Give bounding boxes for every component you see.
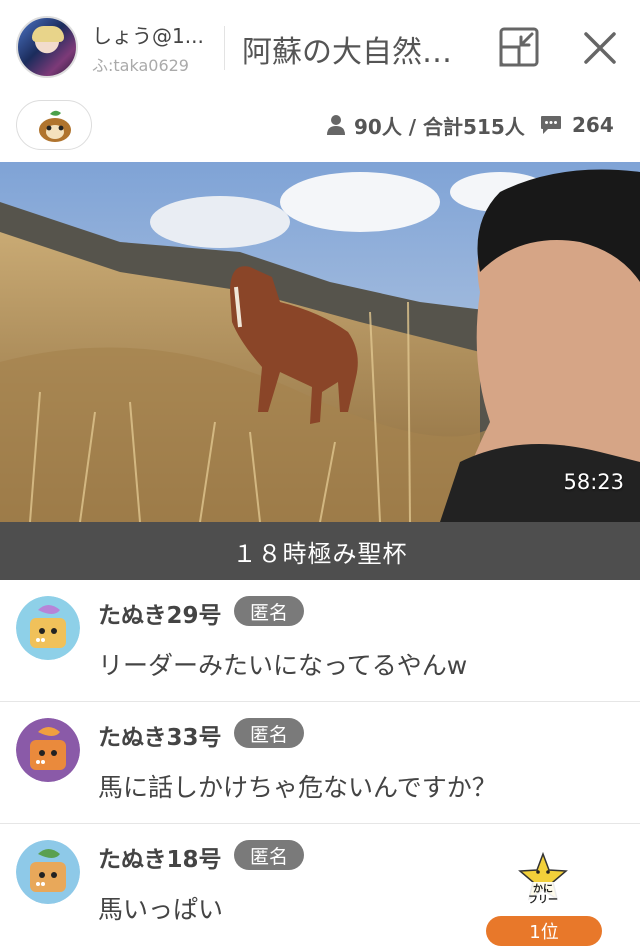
host-id: ふ:taka0629 <box>92 56 189 75</box>
close-icon[interactable] <box>580 28 620 68</box>
comment-author[interactable]: たぬき33号 <box>98 718 222 752</box>
listener-count-text: 90人 / 合計515人 <box>354 114 525 139</box>
tanuki-avatar-icon <box>16 718 80 782</box>
comment-count-text: 264 <box>572 113 614 137</box>
comment-text: 馬いっぱい <box>98 895 224 924</box>
comment-item[interactable]: たぬき33号 匿名 馬に話しかけちゃ危ないんですか？ <box>0 702 640 824</box>
tanuki-icon <box>39 110 71 142</box>
comment-author[interactable]: たぬき18号 <box>98 840 222 874</box>
comment-count: 264 <box>540 110 614 140</box>
header-divider <box>224 26 225 70</box>
host-avatar[interactable] <box>16 16 78 78</box>
comment-text: リーダーみたいになってるやんw <box>98 651 468 680</box>
comment-author[interactable]: たぬき29号 <box>98 596 222 630</box>
video-frame-image <box>0 162 640 522</box>
elapsed-time: 58:23 <box>563 470 624 494</box>
tanuki-avatar-icon <box>16 840 80 904</box>
speech-bubble-icon <box>541 116 561 134</box>
host-name[interactable]: しょう@1... <box>92 20 208 49</box>
minimize-icon[interactable] <box>498 26 540 68</box>
listener-count: 90人 / 合計515人 <box>326 110 525 140</box>
rank-star-icon[interactable]: かに フリー <box>518 852 568 910</box>
stamp-button[interactable] <box>16 100 92 150</box>
anonymous-badge: 匿名 <box>234 840 305 870</box>
room-title[interactable]: 阿蘇の大自然… <box>242 27 472 71</box>
live-video[interactable]: 58:23 <box>0 162 640 522</box>
theme-bar: １８時極み聖杯 <box>0 522 640 580</box>
room-header: しょう@1... ふ:taka0629 阿蘇の大自然… <box>0 0 640 96</box>
svg-text:かに: かに <box>533 883 553 895</box>
tanuki-avatar-icon <box>16 596 80 660</box>
anonymous-badge: 匿名 <box>234 596 305 626</box>
person-icon <box>327 115 345 135</box>
svg-text:フリー: フリー <box>528 894 558 906</box>
anonymous-badge: 匿名 <box>234 718 305 748</box>
comment-item[interactable]: たぬき29号 匿名 リーダーみたいになってるやんw <box>0 580 640 702</box>
comment-text: 馬に話しかけちゃ危ないんですか？ <box>98 773 497 802</box>
rank-badge[interactable]: 1位 <box>486 916 602 946</box>
